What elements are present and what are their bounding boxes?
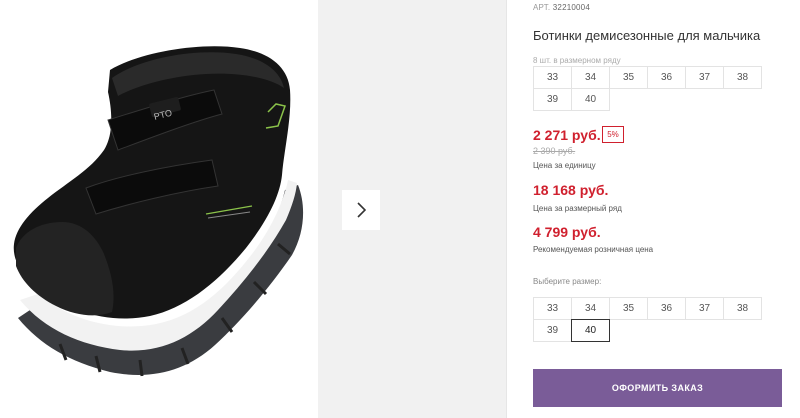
product-info: АРТ. 32210004 Ботинки демисезонные для м… <box>533 0 785 418</box>
chevron-right-icon <box>357 202 366 218</box>
product-title: Ботинки демисезонные для мальчика <box>533 28 761 43</box>
row-price: 18 168 руб. <box>533 182 609 198</box>
size-row-grid: 33 34 35 36 37 38 39 40 <box>533 66 762 111</box>
boot-illustration: PTO <box>13 46 304 377</box>
unit-price: 2 271 руб. <box>533 127 601 143</box>
size-row-cell: 39 <box>533 88 572 111</box>
size-row-cell: 38 <box>723 66 762 89</box>
size-option[interactable]: 33 <box>533 297 572 320</box>
gallery-next-button[interactable] <box>342 190 380 230</box>
size-option-selected[interactable]: 40 <box>571 319 610 342</box>
size-picker-grid: 33 34 35 36 37 38 39 40 <box>533 297 762 342</box>
unit-price-caption: Цена за единицу <box>533 161 596 170</box>
discount-badge: 5% <box>602 126 624 143</box>
product-gallery: PTO <box>0 0 506 418</box>
size-option[interactable]: 36 <box>647 297 686 320</box>
size-option[interactable]: 38 <box>723 297 762 320</box>
article-label: АРТ. <box>533 3 551 12</box>
rrp-price: 4 799 руб. <box>533 224 601 240</box>
size-row-cell: 37 <box>685 66 724 89</box>
row-price-caption: Цена за размерный ряд <box>533 204 622 213</box>
rrp-price-caption: Рекомендуемая розничная цена <box>533 245 654 254</box>
vertical-divider <box>506 0 507 418</box>
product-image[interactable]: PTO <box>0 0 318 418</box>
order-button[interactable]: ОФОРМИТЬ ЗАКАЗ <box>533 369 782 407</box>
size-row-cell: 40 <box>571 88 610 111</box>
size-option[interactable]: 39 <box>533 319 572 342</box>
size-option[interactable]: 37 <box>685 297 724 320</box>
size-option[interactable]: 34 <box>571 297 610 320</box>
old-price: 2 390 руб. <box>533 146 576 156</box>
size-option[interactable]: 35 <box>609 297 648 320</box>
pack-note: 8 шт. в размерном ряду <box>533 56 621 65</box>
size-row-cell: 35 <box>609 66 648 89</box>
article-number: АРТ. 32210004 <box>533 3 590 12</box>
size-row-cell: 34 <box>571 66 610 89</box>
size-picker-label: Выберите размер: <box>533 277 602 286</box>
article-value: 32210004 <box>552 3 590 12</box>
product-page: PTO АРТ. 32210004 Ботинки демисезонные д… <box>0 0 800 418</box>
size-row-cell: 36 <box>647 66 686 89</box>
size-row-cell: 33 <box>533 66 572 89</box>
